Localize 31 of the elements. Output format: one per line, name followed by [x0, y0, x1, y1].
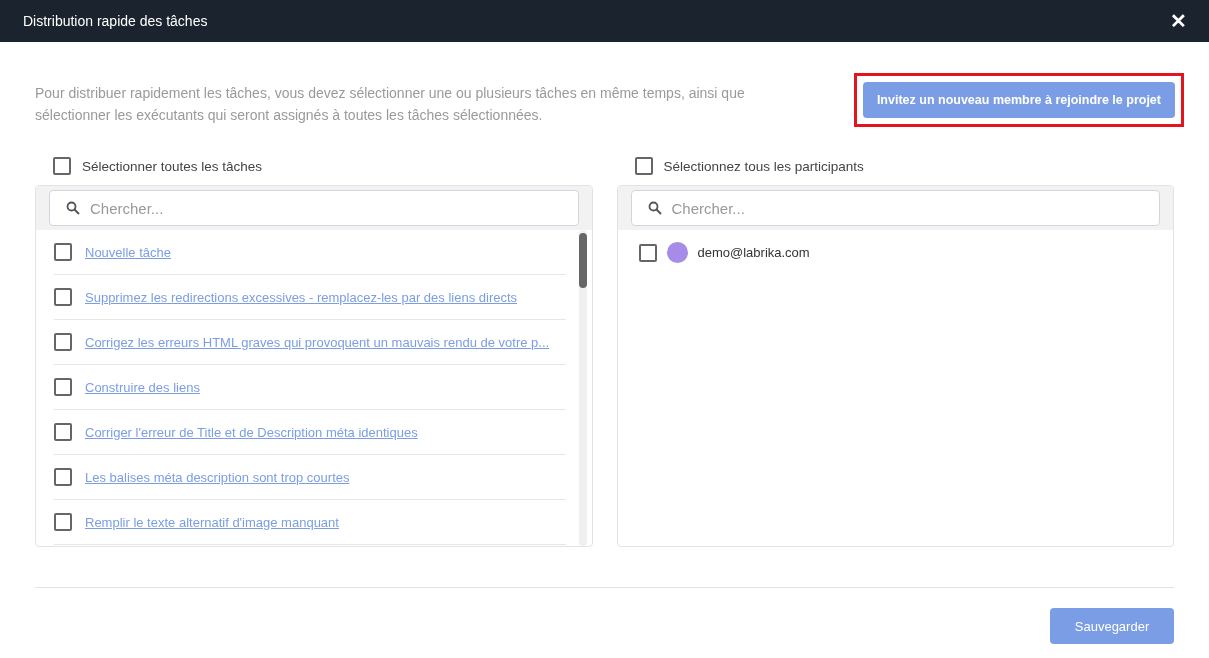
- task-link[interactable]: Corriger l'erreur de Title et de Description méta identiques: [85, 424, 418, 440]
- save-button[interactable]: Sauvegarder: [1050, 608, 1174, 644]
- participant-email: demo@labrika.com: [697, 245, 810, 260]
- select-all-label: Sélectionnez tous les participants: [663, 158, 864, 174]
- checkbox[interactable]: [54, 468, 72, 486]
- checkbox[interactable]: [54, 243, 72, 261]
- search-icon: [66, 201, 80, 215]
- scrollbar-thumb[interactable]: [578, 233, 587, 288]
- checkbox[interactable]: [638, 243, 657, 262]
- task-link[interactable]: Supprimez les redirections excessives - remplacez-les par des liens directs: [85, 289, 518, 305]
- close-button[interactable]: ✕: [1170, 11, 1187, 31]
- checkbox[interactable]: [54, 423, 72, 441]
- search-field[interactable]: Chercher...: [49, 190, 579, 226]
- checkbox[interactable]: [54, 288, 72, 306]
- task-link[interactable]: Les balises méta description sont trop courtes: [85, 469, 350, 485]
- checkbox[interactable]: [53, 157, 71, 175]
- avatar-icon: [666, 242, 688, 263]
- checkbox[interactable]: [54, 513, 72, 531]
- checkbox[interactable]: [634, 157, 653, 175]
- task-link[interactable]: Construire des liens: [85, 379, 200, 395]
- search-icon: [647, 201, 662, 215]
- search-field[interactable]: Chercher...: [630, 190, 1160, 226]
- select-all-label: Sélectionner toutes les tâches: [82, 158, 263, 174]
- window-title: Distribution rapide des tâches: [23, 13, 208, 29]
- invite-button[interactable]: Invitez un nouveau membre à rejoindre le projet: [862, 82, 1175, 118]
- checkbox[interactable]: [54, 378, 72, 396]
- checkbox[interactable]: [54, 333, 72, 351]
- task-link[interactable]: Corrigez les erreurs HTML graves qui provoquent un mauvais rendu de votre p...: [85, 334, 550, 350]
- task-link[interactable]: Remplir le texte alternatif d'image manquant: [85, 514, 339, 530]
- task-link[interactable]: Nouvelle tâche: [85, 244, 171, 260]
- description-text: Pour distribuer rapidement les tâches, vous devez sélectionner une ou plusieurs tâches en même temps, ainsi que sélectionner les exécutants qui seront assignés à toutes les tâches sélectionnées.: [35, 84, 746, 125]
